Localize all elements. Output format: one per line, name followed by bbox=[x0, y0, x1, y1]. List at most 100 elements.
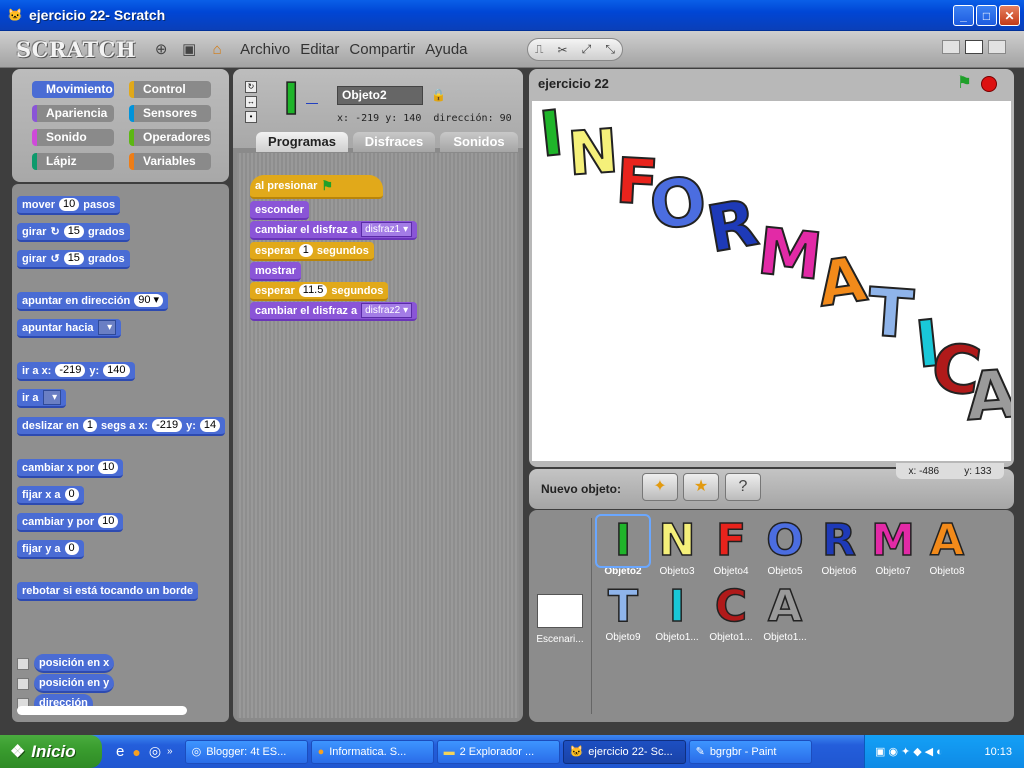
tab-disfraces[interactable]: Disfraces bbox=[353, 132, 435, 152]
target-dropdown[interactable]: ▾ bbox=[42, 390, 62, 405]
firefox-icon[interactable]: ● bbox=[132, 744, 140, 760]
reporter-posicion-y[interactable]: posición en y bbox=[34, 674, 115, 693]
task-blogger[interactable]: ◎ Blogger: 4t ES... bbox=[184, 739, 308, 764]
x-input[interactable]: -219 bbox=[152, 419, 183, 432]
choose-sprite-file-button[interactable]: ★ bbox=[683, 473, 719, 501]
number-input[interactable]: 15 bbox=[63, 252, 84, 265]
scratch-logo[interactable]: SCRATCH bbox=[16, 37, 136, 62]
block-deslizar[interactable]: deslizar en 1 segs a x: -219 y: 14 bbox=[17, 417, 226, 436]
stage-thumbnail[interactable]: Escenari... bbox=[536, 594, 584, 645]
lock-icon[interactable]: 🔒 bbox=[431, 88, 446, 102]
stage-canvas[interactable]: I N F O R M A T I C A bbox=[532, 101, 1011, 461]
category-variables[interactable]: Variables bbox=[129, 153, 211, 170]
task-paint[interactable]: ✎ bgrgbr - Paint bbox=[688, 739, 812, 764]
stop-button[interactable] bbox=[981, 76, 997, 92]
rotate-icon[interactable]: ↻ bbox=[245, 81, 257, 93]
sprite-thumb-6[interactable]: R Objeto6 bbox=[813, 515, 865, 577]
block-fijar-x[interactable]: fijar x a 0 bbox=[17, 486, 84, 505]
block-rebotar[interactable]: rebotar si está tocando un borde bbox=[17, 582, 199, 601]
block-esperar-1[interactable]: esperar 1 segundos bbox=[250, 242, 374, 261]
task-scratch[interactable]: 🐱 ejercicio 22- Sc... bbox=[562, 739, 686, 764]
sprite-thumb-8[interactable]: A Objeto8 bbox=[921, 515, 973, 577]
y-input[interactable]: 14 bbox=[199, 419, 221, 432]
chrome-icon[interactable]: ◎ bbox=[149, 743, 161, 760]
x-input[interactable]: -219 bbox=[55, 364, 86, 377]
block-cambiar-disfraz-1[interactable]: cambiar el disfraz a disfraz1 ▾ bbox=[250, 221, 418, 240]
no-rotate-icon[interactable]: • bbox=[245, 111, 257, 123]
green-flag-button[interactable]: ⚑ bbox=[957, 73, 972, 93]
block-fijar-y[interactable]: fijar y a 0 bbox=[17, 540, 84, 559]
stage-letter-a1[interactable]: A bbox=[812, 241, 872, 322]
menu-ayuda[interactable]: Ayuda bbox=[425, 41, 467, 58]
presentation-icon[interactable] bbox=[988, 40, 1006, 54]
block-esperar-2[interactable]: esperar 11.5 segundos bbox=[250, 282, 389, 301]
block-cambiar-x[interactable]: cambiar x por 10 bbox=[17, 459, 124, 478]
save-icon[interactable]: ▣ bbox=[180, 40, 198, 58]
category-apariencia[interactable]: Apariencia bbox=[32, 105, 114, 122]
sprite-thumb-4[interactable]: F Objeto4 bbox=[705, 515, 757, 577]
number-input[interactable]: 10 bbox=[98, 515, 119, 528]
sprite-thumb-3[interactable]: N Objeto3 bbox=[651, 515, 703, 577]
stage-letter-a2[interactable]: A bbox=[962, 354, 1011, 436]
start-button[interactable]: ❖ Inicio bbox=[0, 735, 102, 768]
menu-compartir[interactable]: Compartir bbox=[349, 41, 415, 58]
close-button[interactable]: ✕ bbox=[999, 5, 1020, 26]
category-control[interactable]: Control bbox=[129, 81, 211, 98]
block-girar-right[interactable]: girar ↻ 15 grados bbox=[17, 223, 130, 242]
tray-icons[interactable]: ▣◉✦◆◀◐ bbox=[875, 745, 946, 758]
sprite-thumb-9[interactable]: T Objeto9 bbox=[597, 581, 649, 643]
stage-letter-i[interactable]: I bbox=[535, 101, 568, 172]
checkbox-posicion-y[interactable] bbox=[17, 678, 29, 690]
share-icon[interactable]: ⌂ bbox=[208, 40, 226, 58]
sprite-thumb-5[interactable]: O Objeto5 bbox=[759, 515, 811, 577]
number-input[interactable]: 0 bbox=[64, 542, 79, 555]
menu-editar[interactable]: Editar bbox=[300, 41, 339, 58]
secs-input[interactable]: 1 bbox=[82, 419, 97, 432]
wait-input[interactable]: 1 bbox=[298, 244, 313, 257]
window-titlebar[interactable]: 🐱 ejercicio 22- Scratch _ □ ✕ bbox=[0, 0, 1024, 31]
ie-icon[interactable]: e bbox=[116, 743, 124, 760]
number-input[interactable]: 15 bbox=[63, 225, 84, 238]
quicklaunch-expand-icon[interactable]: » bbox=[167, 746, 173, 757]
shrink-icon[interactable]: ⤡ bbox=[605, 42, 615, 57]
category-operadores[interactable]: Operadores bbox=[129, 129, 211, 146]
block-mostrar[interactable]: mostrar bbox=[250, 262, 301, 281]
number-input[interactable]: 0 bbox=[64, 488, 79, 501]
task-informatica[interactable]: ● Informatica. S... bbox=[310, 739, 434, 764]
script-area[interactable]: al presionar ⚑ esconder cambiar el disfr… bbox=[237, 153, 519, 718]
number-input[interactable]: 10 bbox=[98, 461, 119, 474]
block-apuntar-hacia[interactable]: apuntar hacia ▾ bbox=[17, 319, 122, 338]
category-movimiento[interactable]: Movimiento bbox=[32, 81, 114, 98]
block-girar-left[interactable]: girar ↺ 15 grados bbox=[17, 250, 130, 269]
grow-icon[interactable]: ⤢ bbox=[582, 42, 592, 57]
checkbox-posicion-x[interactable] bbox=[17, 658, 29, 670]
costume-dropdown[interactable]: disfraz2 ▾ bbox=[361, 303, 413, 318]
direction-dropdown[interactable]: 90 ▾ bbox=[134, 294, 164, 307]
task-explorador[interactable]: ▬ 2 Explorador ... bbox=[436, 739, 560, 764]
sprite-thumb-11[interactable]: C Objeto1... bbox=[705, 581, 757, 643]
number-input[interactable]: 10 bbox=[59, 198, 80, 211]
normal-stage-icon[interactable] bbox=[965, 40, 983, 54]
stage-letter-r[interactable]: R bbox=[701, 185, 764, 268]
stamp-icon[interactable]: ⎍ bbox=[535, 42, 543, 57]
sprite-name-field[interactable]: Objeto2 bbox=[337, 86, 423, 105]
target-dropdown[interactable]: ▾ bbox=[97, 320, 117, 335]
category-sonido[interactable]: Sonido bbox=[32, 129, 114, 146]
block-cambiar-y[interactable]: cambiar y por 10 bbox=[17, 513, 124, 532]
sprite-thumb-2[interactable]: I Objeto2 bbox=[595, 514, 651, 577]
stage-letter-t[interactable]: T bbox=[864, 273, 916, 355]
block-esconder[interactable]: esconder bbox=[250, 201, 309, 220]
hat-when-flag-clicked[interactable]: al presionar ⚑ bbox=[250, 175, 383, 199]
random-sprite-button[interactable]: ? bbox=[725, 473, 761, 501]
small-stage-icon[interactable] bbox=[942, 40, 960, 54]
sprite-thumb-7[interactable]: M Objeto7 bbox=[867, 515, 919, 577]
globe-icon[interactable]: ⊕ bbox=[152, 40, 170, 58]
block-ir-a[interactable]: ir a ▾ bbox=[17, 389, 67, 408]
stage-letter-o[interactable]: O bbox=[644, 160, 712, 246]
clock[interactable]: 10:13 bbox=[984, 746, 1012, 758]
wait-input[interactable]: 11.5 bbox=[298, 284, 328, 297]
y-input[interactable]: 140 bbox=[103, 364, 130, 377]
flip-icon[interactable]: ↔ bbox=[245, 96, 257, 108]
sprite-thumb-12[interactable]: A Objeto1... bbox=[759, 581, 811, 643]
category-lapiz[interactable]: Lápiz bbox=[32, 153, 114, 170]
